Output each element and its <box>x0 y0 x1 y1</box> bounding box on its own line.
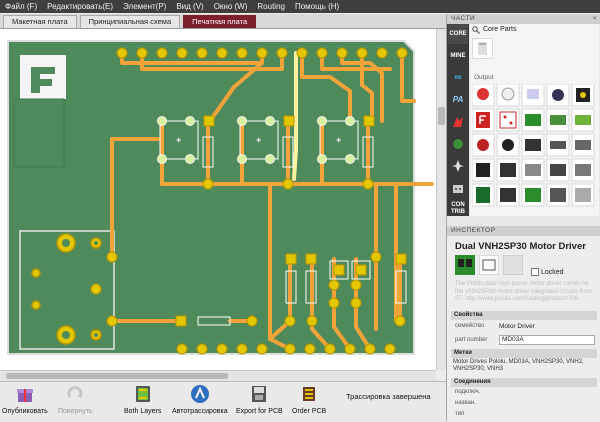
family-value: Motor Driver <box>499 323 535 330</box>
breadboard-view-icon <box>455 255 475 275</box>
bin-mine[interactable]: MINE <box>448 46 468 66</box>
parts-bin-area: Core Parts Output <box>470 24 599 216</box>
locked-checkbox[interactable]: Locked <box>531 268 564 276</box>
parts-title-text: ЧАСТИ <box>451 15 476 22</box>
share-label: Опубликовать <box>2 408 48 415</box>
view-tabs: Макетная плата Принципиальная схема Печа… <box>0 14 446 29</box>
menu-bar: Файл (F) Редактировать(E) Элемент(P) Вид… <box>0 0 600 13</box>
bin-adafruit-icon[interactable] <box>448 156 468 176</box>
pcb-view-icon <box>502 254 524 276</box>
svg-text:+: + <box>256 135 261 145</box>
menu-help[interactable]: Помощь (H) <box>290 2 344 11</box>
parts-bin-tabs: CORE MINE ∞ PA CON TRIB <box>447 24 469 216</box>
part-number-label: part number <box>455 337 488 343</box>
svg-text:+: + <box>336 135 341 145</box>
order-label: Order PCB <box>292 408 327 415</box>
layers-button[interactable]: Both Layers <box>124 384 161 415</box>
autoroute-label: Автотрассировка <box>172 408 228 415</box>
vertical-scroll-thumb[interactable] <box>438 107 445 125</box>
part-view-icons <box>455 254 524 276</box>
parts-grid[interactable] <box>472 84 598 214</box>
menu-routing[interactable]: Routing <box>252 2 290 11</box>
order-icon <box>303 387 316 401</box>
family-label: семейство <box>455 323 485 329</box>
menu-view[interactable]: Вид (V) <box>171 2 208 11</box>
core-parts-header: Core Parts <box>470 24 599 35</box>
bin-core[interactable]: CORE <box>448 24 468 44</box>
bin-arduino[interactable]: ∞ <box>448 68 468 88</box>
inspector-title: ИНСПЕКТОР <box>447 226 600 236</box>
autoroute-button[interactable]: Автотрассировка <box>172 384 228 415</box>
part-thumbnail[interactable] <box>472 38 493 59</box>
export-pcb-button[interactable]: Export for PCB <box>236 384 283 415</box>
connections-header[interactable]: Соединения <box>451 378 597 387</box>
layers-icon <box>135 386 150 402</box>
bin-contrib[interactable]: CON TRIB <box>448 200 468 218</box>
type-label: тип <box>455 411 465 417</box>
connections-label: подключ. <box>455 389 481 395</box>
part-title: Dual VNH2SP30 Motor Driver <box>455 241 586 252</box>
schematic-view-icon <box>478 254 500 276</box>
parts-panel-title: ЧАСТИ × <box>447 14 600 24</box>
rotate-icon <box>67 386 83 398</box>
tab-schematic[interactable]: Принципиальная схема <box>79 15 181 28</box>
canvas-horizontal-scrollbar[interactable] <box>0 370 436 381</box>
svg-text:+: + <box>176 135 181 145</box>
core-parts-label: Core Parts <box>483 26 517 33</box>
bin-sparkfun-icon[interactable] <box>448 112 468 132</box>
checkbox-box[interactable] <box>531 268 539 276</box>
menu-file[interactable]: Файл (F) <box>0 2 42 11</box>
tab-pcb[interactable]: Печатная плата <box>183 15 257 28</box>
export-icon <box>252 386 267 402</box>
autoroute-icon <box>190 385 209 403</box>
close-icon[interactable]: × <box>593 14 597 24</box>
part-number-field[interactable]: MD03A <box>499 335 595 345</box>
name-label: назван. <box>455 400 476 406</box>
right-dock: ЧАСТИ × CORE MINE ∞ PA CON TRIB Core Par… <box>446 14 600 421</box>
tags-text: Motor Drives Pololu, MD03A, VNH2SP30, VN… <box>453 359 584 372</box>
routing-status: Трассировка завершена <box>346 392 431 401</box>
locked-label: Locked <box>541 268 564 276</box>
order-pcb-button[interactable]: Order PCB <box>292 384 326 415</box>
properties-header[interactable]: Свойства <box>451 311 597 320</box>
menu-part[interactable]: Элемент(P) <box>118 2 171 11</box>
share-button[interactable]: Опубликовать <box>2 384 48 415</box>
bin-pa[interactable]: PA <box>448 90 468 110</box>
bin-seeed-icon[interactable] <box>448 134 468 154</box>
tags-header[interactable]: Метки <box>451 349 597 358</box>
output-category-label: Output <box>474 74 494 81</box>
part-description: The Pololu dual high-power motor driver … <box>455 281 592 302</box>
horizontal-scroll-thumb[interactable] <box>6 373 228 379</box>
pcb-canvas[interactable]: + + + <box>0 29 436 370</box>
pcb-board-drawing: + + + <box>7 40 434 355</box>
menu-edit[interactable]: Редактировать(E) <box>42 2 118 11</box>
rotate-label: Повернуть <box>58 408 93 415</box>
gift-icon <box>16 389 33 402</box>
bin-robot-icon[interactable] <box>448 178 468 198</box>
search-icon[interactable] <box>472 25 480 34</box>
tab-breadboard[interactable]: Макетная плата <box>3 15 77 28</box>
rotate-button[interactable]: Повернуть <box>58 384 93 415</box>
bottom-toolbar: Опубликовать Повернуть Both Layers Автот… <box>0 381 446 422</box>
export-label: Export for PCB <box>236 408 283 415</box>
menu-window[interactable]: Окно (W) <box>209 2 253 11</box>
inspector-panel: ИНСПЕКТОР Dual VNH2SP30 Motor Driver Loc… <box>447 226 600 421</box>
layers-label: Both Layers <box>124 408 162 415</box>
